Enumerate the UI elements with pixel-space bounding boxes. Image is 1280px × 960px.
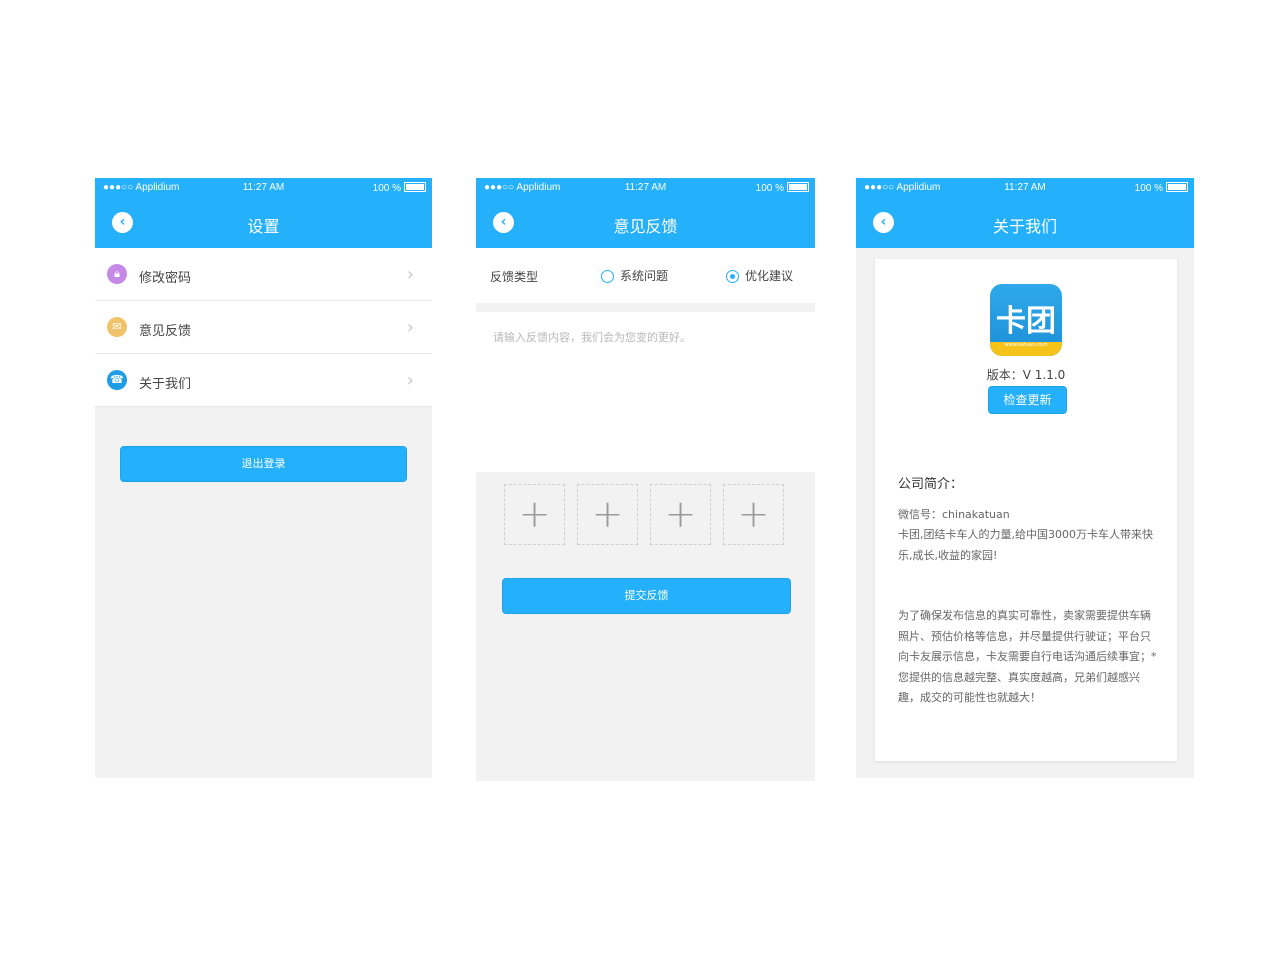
intro-heading: 公司简介： xyxy=(898,477,964,492)
battery-icon xyxy=(404,182,426,192)
navbar: ●●●○○ Applidium 11:27 AM 100 % ‹ 关于我们 xyxy=(856,178,1194,248)
status-bar: ●●●○○ Applidium 11:27 AM 100 % xyxy=(95,178,432,198)
chevron-right-icon: › xyxy=(406,370,414,391)
version-label: 版本：V 1.1.0 xyxy=(986,368,1066,382)
app-logo: 卡团 www.katuan.com xyxy=(990,284,1062,356)
page-title: 设置 xyxy=(247,217,280,236)
logo-text: 卡团 xyxy=(996,304,1056,339)
navbar: ●●●○○ Applidium 11:27 AM 100 % ‹ 意见反馈 xyxy=(476,178,815,248)
feedback-placeholder: 请输入反馈内容，我们会为您变的更好。 xyxy=(493,331,691,344)
add-image-button[interactable]: + xyxy=(723,484,784,545)
menu-item-label: 修改密码 xyxy=(139,271,192,286)
settings-menu: 🔒︎ 修改密码 › ✉ 意见反馈 › ☎ 关于我们 › xyxy=(95,248,432,407)
battery-indicator: 100 % xyxy=(373,182,426,194)
settings-screen: ●●●○○ Applidium 11:27 AM 100 % ‹ 设置 🔒︎ 修… xyxy=(95,178,432,778)
wechat-id: 微信号：chinakatuan xyxy=(898,508,1010,521)
submit-feedback-button[interactable]: 提交反馈 xyxy=(502,578,791,614)
add-image-button[interactable]: + xyxy=(650,484,711,545)
feedback-type-label: 反馈类型 xyxy=(490,270,539,284)
menu-item-feedback[interactable]: ✉ 意见反馈 › xyxy=(95,301,432,354)
about-screen: ●●●○○ Applidium 11:27 AM 100 % ‹ 关于我们 卡团… xyxy=(856,178,1194,778)
battery-label: 100 % xyxy=(755,183,784,194)
notice-text: 为了确保发布信息的真实可靠性，卖家需要提供车辆照片、预估价格等信息，并尽量提供行… xyxy=(898,609,1157,704)
radio-checked-icon xyxy=(726,270,739,283)
status-bar: ●●●○○ Applidium 11:27 AM 100 % xyxy=(476,178,815,198)
company-intro: 卡团,团结卡车人的力量,给中国3000万卡车人带来快乐,成长,收益的家园! xyxy=(898,528,1153,562)
logout-button[interactable]: 退出登录 xyxy=(120,446,407,482)
radio-optimization-suggestion[interactable]: 优化建议 xyxy=(726,267,793,284)
menu-item-change-password[interactable]: 🔒︎ 修改密码 › xyxy=(95,248,432,301)
check-update-button[interactable]: 检查更新 xyxy=(988,386,1067,414)
headset-icon: ☎ xyxy=(107,370,127,390)
radio-label: 优化建议 xyxy=(745,269,794,283)
chevron-right-icon: › xyxy=(406,317,414,338)
feedback-type-row: 反馈类型 系统问题 优化建议 xyxy=(476,248,815,303)
add-image-button[interactable]: + xyxy=(577,484,638,545)
radio-system-issue[interactable]: 系统问题 xyxy=(601,267,668,284)
menu-item-label: 意见反馈 xyxy=(139,324,192,339)
page-title: 意见反馈 xyxy=(613,217,678,236)
add-image-button[interactable]: + xyxy=(504,484,565,545)
about-card: 卡团 www.katuan.com 版本：V 1.1.0 检查更新 公司简介： … xyxy=(875,259,1177,761)
feedback-textarea[interactable]: 请输入反馈内容，我们会为您变的更好。 xyxy=(476,312,815,472)
battery-icon xyxy=(1166,182,1188,192)
chevron-right-icon: › xyxy=(406,264,414,285)
battery-label: 100 % xyxy=(372,183,401,194)
menu-item-label: 关于我们 xyxy=(139,377,192,392)
page-title: 关于我们 xyxy=(992,217,1057,236)
envelope-icon: ✉ xyxy=(107,317,127,337)
radio-unchecked-icon xyxy=(601,270,614,283)
battery-label: 100 % xyxy=(1134,183,1163,194)
logo-url: www.katuan.com xyxy=(1004,342,1048,348)
battery-indicator: 100 % xyxy=(1135,182,1188,194)
feedback-screen: ●●●○○ Applidium 11:27 AM 100 % ‹ 意见反馈 反馈… xyxy=(476,178,815,781)
lock-icon: 🔒︎ xyxy=(107,264,127,284)
battery-icon xyxy=(787,182,809,192)
status-bar: ●●●○○ Applidium 11:27 AM 100 % xyxy=(856,178,1194,198)
navbar: ●●●○○ Applidium 11:27 AM 100 % ‹ 设置 xyxy=(95,178,432,248)
battery-indicator: 100 % xyxy=(756,182,809,194)
menu-item-about[interactable]: ☎ 关于我们 › xyxy=(95,354,432,407)
radio-label: 系统问题 xyxy=(620,269,669,283)
